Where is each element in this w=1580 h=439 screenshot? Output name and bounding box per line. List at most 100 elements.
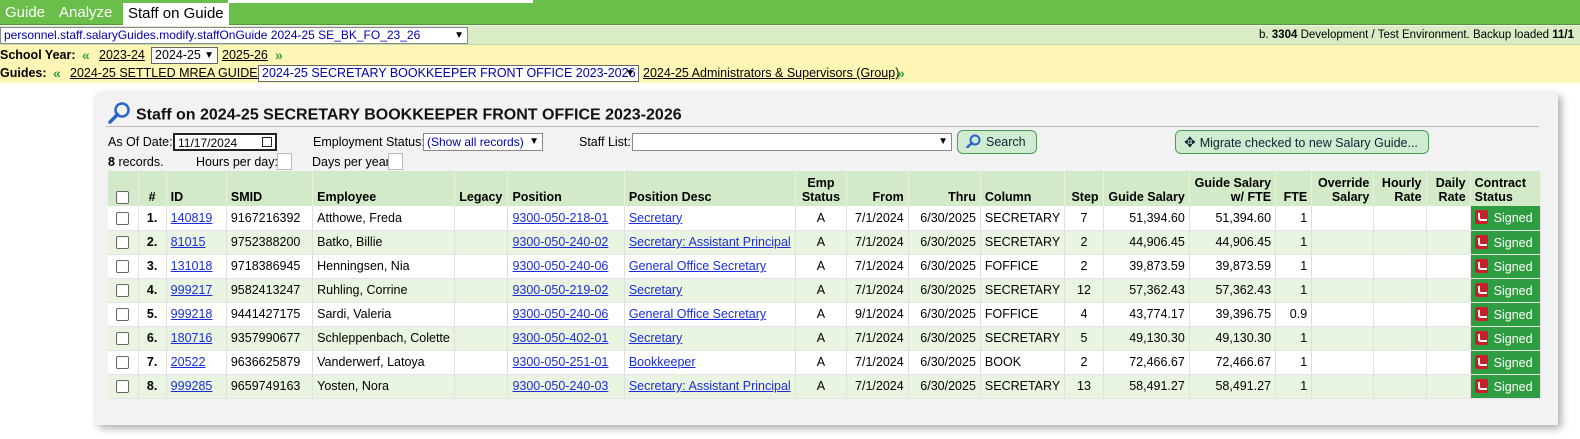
tab-staff-on-guide[interactable]: Staff on Guide bbox=[123, 3, 229, 25]
position-desc-link[interactable]: Secretary bbox=[629, 283, 683, 297]
contract-status-button[interactable]: Signed bbox=[1470, 350, 1542, 375]
next-year-link[interactable]: 2025-26 bbox=[222, 46, 268, 65]
legacy-cell bbox=[454, 206, 509, 231]
col-contract-status[interactable]: Contract Status bbox=[1470, 171, 1542, 206]
top-nav: Guide Analyze Staff on Guide bbox=[0, 0, 1580, 25]
position-desc-link[interactable]: General Office Secretary bbox=[629, 259, 766, 273]
row-checkbox[interactable] bbox=[116, 260, 130, 274]
position-desc-link[interactable]: Secretary: Assistant Principal bbox=[629, 235, 791, 249]
col-position-desc[interactable]: Position Desc bbox=[624, 171, 797, 206]
contract-status-button[interactable]: Signed bbox=[1470, 230, 1542, 255]
step-cell: 2 bbox=[1064, 230, 1104, 255]
staff-id-link[interactable]: 180716 bbox=[171, 331, 213, 345]
col-id[interactable]: ID bbox=[166, 171, 227, 206]
staff-id-link[interactable]: 81015 bbox=[171, 235, 206, 249]
col-thru[interactable]: Thru bbox=[908, 171, 981, 206]
col-daily-rate[interactable]: Daily Rate bbox=[1426, 171, 1471, 206]
guide-salary-fte-cell: 72,466.67 bbox=[1189, 350, 1277, 375]
position-link[interactable]: 9300-050-240-02 bbox=[512, 235, 608, 249]
position-desc-link[interactable]: General Office Secretary bbox=[629, 307, 766, 321]
tab-analyze[interactable]: Analyze bbox=[54, 2, 117, 24]
position-desc-link[interactable]: Secretary bbox=[629, 211, 683, 225]
from-date: 7/1/2024 bbox=[846, 326, 909, 351]
contract-status-label: Signed bbox=[1493, 355, 1533, 370]
col-fte[interactable]: FTE bbox=[1275, 171, 1313, 206]
row-checkbox[interactable] bbox=[116, 308, 130, 322]
contract-status-button[interactable]: Signed bbox=[1470, 206, 1542, 231]
col-emp-status[interactable]: Emp Status bbox=[795, 171, 847, 206]
hourly-rate-cell bbox=[1373, 278, 1427, 303]
table-row: 7. 20522 9636625879 Vanderwerf, Latoya 9300-… bbox=[108, 350, 1542, 375]
col-smid[interactable]: SMID bbox=[226, 171, 314, 206]
contract-status-button[interactable]: Signed bbox=[1470, 302, 1542, 327]
staff-id-link[interactable]: 999217 bbox=[171, 283, 213, 297]
row-checkbox[interactable] bbox=[116, 380, 130, 394]
staff-id-link[interactable]: 140819 bbox=[171, 211, 213, 225]
page-path-select[interactable]: personnel.staff.salaryGuides.modify.staf… bbox=[0, 27, 468, 44]
staff-id-link[interactable]: 999218 bbox=[171, 307, 213, 321]
smid-cell: 9636625879 bbox=[226, 350, 314, 375]
position-link[interactable]: 9300-050-218-01 bbox=[512, 211, 608, 225]
as-of-date-input[interactable]: 11/17/2024 bbox=[173, 133, 277, 151]
row-checkbox[interactable] bbox=[116, 332, 130, 346]
staff-id-link[interactable]: 131018 bbox=[171, 259, 213, 273]
select-all-checkbox[interactable] bbox=[116, 191, 130, 204]
row-checkbox[interactable] bbox=[116, 211, 130, 225]
contract-status-button[interactable]: Signed bbox=[1470, 326, 1542, 351]
row-checkbox[interactable] bbox=[116, 284, 130, 298]
days-per-year-input[interactable] bbox=[388, 153, 403, 170]
employment-status-label: Employment Status: bbox=[313, 135, 425, 149]
position-link[interactable]: 9300-050-240-03 bbox=[512, 379, 608, 393]
col-guide-salary[interactable]: Guide Salary bbox=[1103, 171, 1190, 206]
hours-per-day-input[interactable] bbox=[277, 153, 292, 170]
position-desc-link[interactable]: Bookkeeper bbox=[629, 355, 696, 369]
col-override-salary[interactable]: Override Salary bbox=[1311, 171, 1375, 206]
emp-status-cell: A bbox=[795, 374, 847, 399]
tab-guide[interactable]: Guide bbox=[0, 2, 50, 24]
position-desc-link[interactable]: Secretary bbox=[629, 331, 683, 345]
prev-year-link[interactable]: 2023-24 bbox=[99, 46, 145, 65]
nav-divider bbox=[228, 0, 533, 3]
next-year-icon[interactable]: » bbox=[275, 46, 283, 65]
contract-status-button[interactable]: Signed bbox=[1470, 254, 1542, 279]
guide-salary-fte-cell: 39,396.75 bbox=[1189, 302, 1277, 327]
col-step[interactable]: Step bbox=[1064, 171, 1104, 206]
row-checkbox[interactable] bbox=[116, 236, 130, 250]
col-guide-salary-fte[interactable]: Guide Salary w/ FTE bbox=[1189, 171, 1277, 206]
col-column[interactable]: Column bbox=[980, 171, 1066, 206]
position-link[interactable]: 9300-050-251-01 bbox=[512, 355, 608, 369]
employee-name: Schleppenbach, Colette bbox=[312, 326, 456, 351]
next-guide-icon[interactable]: » bbox=[897, 64, 905, 83]
position-link[interactable]: 9300-050-240-06 bbox=[512, 307, 608, 321]
position-link[interactable]: 9300-050-240-06 bbox=[512, 259, 608, 273]
fte-cell: 1 bbox=[1275, 278, 1313, 303]
staff-list-select[interactable]: ▼ bbox=[632, 133, 952, 151]
school-year-select[interactable]: 2024-25 ▼ bbox=[151, 47, 218, 64]
contract-status-button[interactable]: Signed bbox=[1470, 374, 1542, 399]
col-employee[interactable]: Employee bbox=[312, 171, 456, 206]
guide-select[interactable]: 2024-25 SECRETARY BOOKKEEPER FRONT OFFIC… bbox=[258, 65, 639, 82]
col-hourly-line1: Hourly bbox=[1381, 176, 1422, 190]
col-position[interactable]: Position bbox=[507, 171, 625, 206]
prev-guide-icon[interactable]: « bbox=[53, 64, 61, 83]
staff-id-link[interactable]: 999285 bbox=[171, 379, 213, 393]
col-hourly-rate[interactable]: Hourly Rate bbox=[1373, 171, 1427, 206]
search-button[interactable]: Search bbox=[957, 130, 1037, 154]
row-checkbox[interactable] bbox=[116, 356, 130, 370]
prev-year-icon[interactable]: « bbox=[82, 46, 90, 65]
employment-status-select[interactable]: (Show all records) ▼ bbox=[423, 133, 543, 151]
title-divider bbox=[106, 126, 1539, 127]
migrate-button[interactable]: ✥ Migrate checked to new Salary Guide... bbox=[1175, 130, 1429, 154]
contract-status-button[interactable]: Signed bbox=[1470, 278, 1542, 303]
calendar-icon[interactable] bbox=[262, 137, 272, 147]
page-title-text: Staff on 2024-25 SECRETARY BOOKKEEPER FR… bbox=[136, 106, 682, 124]
col-from[interactable]: From bbox=[846, 171, 909, 206]
position-desc-link[interactable]: Secretary: Assistant Principal bbox=[629, 379, 791, 393]
col-legacy[interactable]: Legacy bbox=[454, 171, 509, 206]
position-link[interactable]: 9300-050-219-02 bbox=[512, 283, 608, 297]
prev-guide-link[interactable]: 2024-25 SETTLED MREA GUIDES bbox=[70, 64, 266, 83]
staff-id-link[interactable]: 20522 bbox=[171, 355, 206, 369]
next-guide-link[interactable]: 2024-25 Administrators & Supervisors (Gr… bbox=[643, 64, 899, 83]
position-desc-cell: Secretary: Assistant Principal bbox=[624, 374, 797, 399]
position-link[interactable]: 9300-050-402-01 bbox=[512, 331, 608, 345]
